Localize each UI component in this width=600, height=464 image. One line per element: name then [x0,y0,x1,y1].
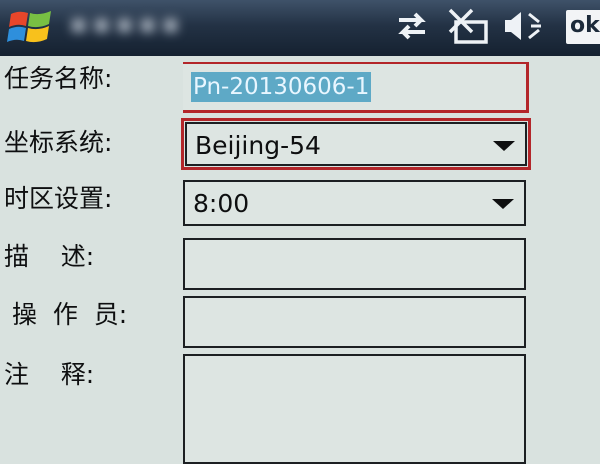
operator-input[interactable] [183,296,526,348]
task-name-input[interactable]: Pn-20130606-1 [183,64,526,110]
ok-button[interactable]: ok [566,10,600,44]
notes-textarea[interactable] [183,354,526,464]
task-name-label: 任务名称: [4,64,113,93]
chevron-down-icon [493,141,515,151]
description-input[interactable] [183,238,526,290]
description-label: 描 述: [4,242,95,271]
chevron-down-icon [492,199,514,209]
timezone-label: 时区设置: [4,184,113,213]
task-name-value: Pn-20130606-1 [191,72,372,102]
coord-system-select[interactable]: Beijing-54 [185,122,527,166]
coord-system-value: Beijing-54 [195,131,321,160]
timezone-value: 8:00 [193,189,250,218]
notes-label: 注 释: [4,360,95,389]
coord-system-label: 坐标系统: [4,128,113,157]
title-bar: ■■■■■ ok [0,0,600,56]
phone-signal-icon[interactable] [445,6,493,46]
window-title: ■■■■■ [70,14,186,35]
operator-label: 操 作 员: [4,300,128,329]
windows-logo-icon [7,11,51,43]
timezone-select[interactable]: 8:00 [183,180,526,226]
sync-icon[interactable] [392,6,432,46]
speaker-icon[interactable] [500,6,544,46]
start-button[interactable] [0,0,62,56]
